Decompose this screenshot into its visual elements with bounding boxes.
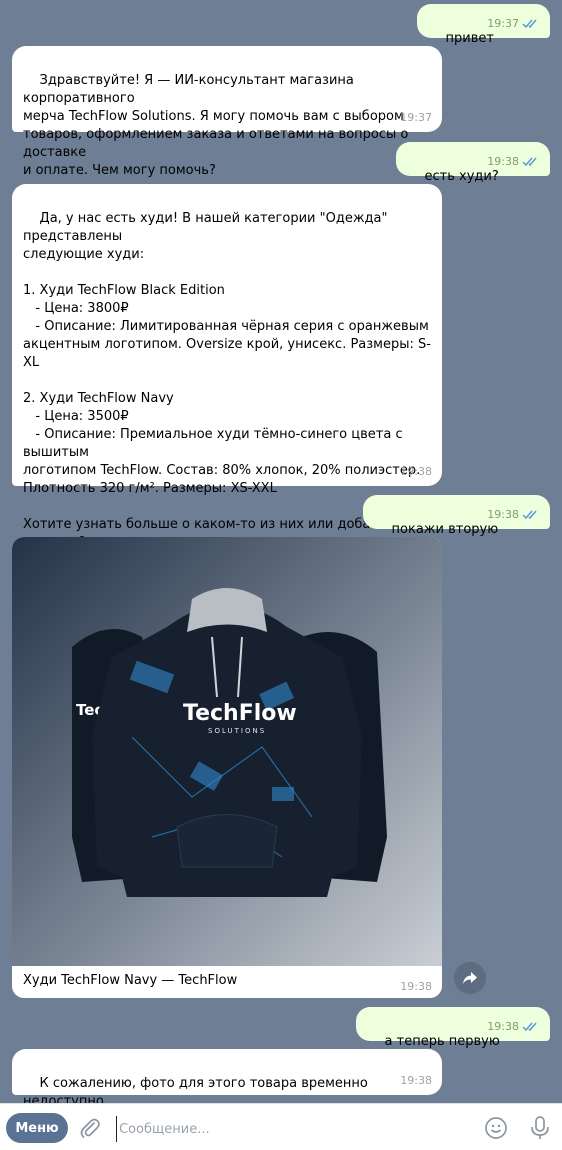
message-time: 19:38 [400,465,432,478]
hoodie-photo[interactable]: TechFlo ecl TechFlow SOLUTIONS [12,537,442,966]
photo-brand-logo: TechFlow [183,701,297,726]
message-time: 19:38 [400,1074,432,1087]
message-time: 19:38 [487,508,519,521]
message-text: а теперь первую [384,1034,500,1049]
read-checkmarks-icon [522,1022,537,1032]
read-checkmarks-icon [522,157,537,167]
outgoing-message: покажи вторую 19:38 [363,495,550,537]
product-photo-message[interactable]: TechFlo ecl TechFlow SOLUTIONS Худи Tech… [12,537,442,998]
outgoing-message: привет 19:37 [417,4,550,46]
message-text: привет [445,31,494,46]
incoming-message: Да, у нас есть худи! В нашей категории "… [12,184,442,550]
read-checkmarks-icon [522,510,537,520]
photo-brand-subtitle: SOLUTIONS [208,727,266,735]
incoming-message: К сожалению, фото для этого товара време… [12,1049,442,1103]
forward-button[interactable] [454,962,486,994]
chat-area: привет 19:37 Здравствуйте! Я — ИИ-консул… [0,0,562,1103]
message-text: Здравствуйте! Я — ИИ-консультант магазин… [23,73,409,178]
message-text: покажи вторую [391,522,499,537]
message-text: К сожалению, фото для этого товара време… [23,1076,373,1103]
message-time: 19:38 [487,155,519,168]
message-time: 19:38 [400,980,432,993]
incoming-message: Здравствуйте! Я — ИИ-консультант магазин… [12,46,442,178]
menu-button[interactable]: Меню [6,1113,68,1143]
message-time: 19:37 [487,17,519,30]
message-time: 19:37 [400,111,432,124]
message-time: 19:38 [487,1020,519,1033]
message-text: есть худи? [424,169,499,184]
emoji-icon[interactable] [484,1116,508,1140]
photo-caption: Худи TechFlow Navy — TechFlow [23,973,238,988]
forward-arrow-icon [463,972,477,984]
attach-icon[interactable] [78,1116,102,1140]
microphone-icon[interactable] [528,1115,552,1141]
outgoing-message: есть худи? 19:38 [396,142,550,184]
message-composer: Меню [0,1103,562,1150]
message-input[interactable] [116,1116,471,1142]
outgoing-message: а теперь первую 19:38 [356,1007,550,1049]
read-checkmarks-icon [522,19,537,29]
